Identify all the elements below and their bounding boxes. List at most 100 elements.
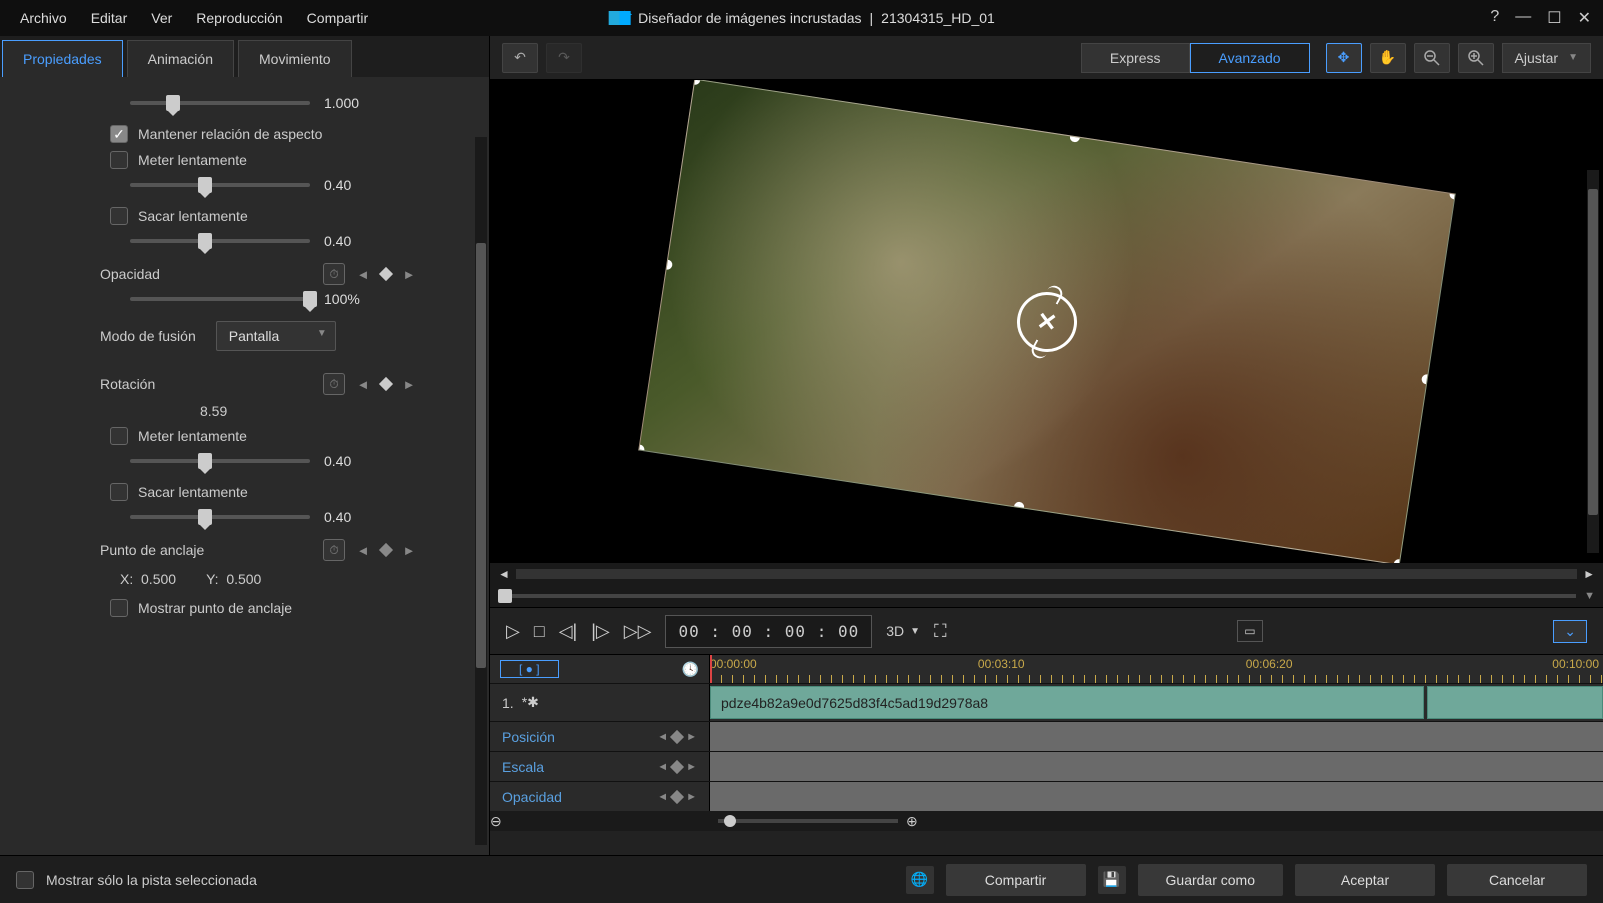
save-icon[interactable]: 💾 <box>1098 866 1126 894</box>
scroll-left-icon[interactable]: ◄ <box>498 567 510 581</box>
mode-advanced[interactable]: Avanzado <box>1190 43 1310 73</box>
close-icon[interactable]: ✕ <box>1578 8 1591 28</box>
preview-h-scrollbar[interactable]: ◄ ► <box>490 563 1603 585</box>
easeout-checkbox[interactable] <box>110 207 128 225</box>
rotation-next-kf-icon[interactable]: ► <box>399 374 419 394</box>
opacity-slider[interactable] <box>130 297 310 301</box>
redo-button[interactable]: ↷ <box>546 43 582 73</box>
opacity-stopwatch-icon[interactable]: ⏱ <box>323 263 345 285</box>
collapse-timeline-button[interactable]: ⌄ <box>1553 620 1587 643</box>
opacity-add-kf-icon[interactable] <box>379 267 393 281</box>
rotate-handle-icon[interactable]: ✕ <box>1012 287 1080 355</box>
clip-bounding-box[interactable]: ✕ <box>638 80 1456 563</box>
anchor-add-kf-icon[interactable] <box>379 543 393 557</box>
anchor-next-kf-icon[interactable]: ► <box>399 540 419 560</box>
timecode[interactable]: 00 : 00 : 00 : 00 <box>665 615 872 648</box>
next-frame-button[interactable]: |▷ <box>591 621 610 642</box>
easeout-slider[interactable] <box>130 239 310 243</box>
rot-easein-value[interactable]: 0.40 <box>324 453 384 469</box>
save-as-button[interactable]: Guardar como <box>1138 864 1283 896</box>
preview-canvas[interactable]: ✕ <box>490 80 1603 563</box>
track-position-lane[interactable] <box>710 722 1603 751</box>
cancel-button[interactable]: Cancelar <box>1447 864 1587 896</box>
easein-slider[interactable] <box>130 183 310 187</box>
timeline-clock-icon[interactable]: 🕓 <box>682 661 699 678</box>
tab-animation[interactable]: Animación <box>127 40 234 77</box>
minimize-icon[interactable]: ― <box>1515 8 1531 28</box>
rotation-prev-kf-icon[interactable]: ◄ <box>353 374 373 394</box>
timeline-ruler[interactable]: 00:00:00 00:03:10 00:06:20 00:10:00 <box>710 655 1603 683</box>
opacity-prev-kf-icon[interactable]: ◄ <box>353 264 373 284</box>
accept-button[interactable]: Aceptar <box>1295 864 1435 896</box>
3d-select[interactable]: 3D▼ <box>886 623 920 639</box>
maximize-icon[interactable]: ☐ <box>1547 8 1561 28</box>
zoom-in-small-icon[interactable]: ⊕ <box>906 813 918 830</box>
dropdown-icon[interactable]: ▼ <box>1584 590 1595 602</box>
opacity-value[interactable]: 100% <box>324 291 384 307</box>
menu-edit[interactable]: Editar <box>91 10 128 26</box>
stop-button[interactable]: □ <box>534 621 545 642</box>
rotation-value[interactable]: 8.59 <box>200 403 227 419</box>
menu-view[interactable]: Ver <box>151 10 172 26</box>
rot-easeout-slider[interactable] <box>130 515 310 519</box>
show-anchor-checkbox[interactable] <box>110 599 128 617</box>
play-button[interactable]: ▷ <box>506 621 520 642</box>
track-1-lane[interactable]: pdze4b82a9e0d7625d83f4c5ad19d2978a8 <box>710 684 1603 721</box>
easein-value[interactable]: 0.40 <box>324 177 384 193</box>
preview-v-scrollbar[interactable] <box>1587 170 1599 553</box>
track-1-label[interactable]: 1.*✱ <box>490 684 710 721</box>
rotation-label: Rotación <box>100 376 155 392</box>
scale-slider[interactable] <box>130 101 310 105</box>
mode-express[interactable]: Express <box>1081 43 1190 73</box>
track-scale-label[interactable]: Escala ◄► <box>490 752 710 781</box>
rotation-add-kf-icon[interactable] <box>379 377 393 391</box>
prev-frame-button[interactable]: ◁| <box>559 621 578 642</box>
hand-tool-icon[interactable]: ✋ <box>1370 43 1406 73</box>
share-icon[interactable]: 🌐 <box>906 866 934 894</box>
playhead[interactable] <box>710 655 712 683</box>
menu-playback[interactable]: Reproducción <box>196 10 282 26</box>
fast-forward-button[interactable]: ▷▷ <box>624 621 652 642</box>
timeline-range-button[interactable]: [ ● ] <box>500 660 559 678</box>
scale-value[interactable]: 1.000 <box>324 95 384 111</box>
tab-properties[interactable]: Propiedades <box>2 40 123 77</box>
easeout-value[interactable]: 0.40 <box>324 233 384 249</box>
zoom-out-icon[interactable] <box>1414 43 1450 73</box>
undo-button[interactable]: ↶ <box>502 43 538 73</box>
anchor-prev-kf-icon[interactable]: ◄ <box>353 540 373 560</box>
track-opacity-label[interactable]: Opacidad ◄► <box>490 782 710 811</box>
scroll-right-icon[interactable]: ► <box>1583 567 1595 581</box>
help-icon[interactable]: ? <box>1490 8 1499 28</box>
fullscreen-icon[interactable]: ⛶ <box>934 621 947 642</box>
easein-checkbox[interactable] <box>110 151 128 169</box>
aspect-checkbox[interactable]: ✓ <box>110 125 128 143</box>
preview-zoom-slider[interactable]: ▼ <box>490 585 1603 607</box>
safe-zone-icon[interactable]: ▭ <box>1237 620 1262 642</box>
track-position-label[interactable]: Posición ◄► <box>490 722 710 751</box>
track-opacity-lane[interactable] <box>710 782 1603 811</box>
rot-easeout-value[interactable]: 0.40 <box>324 509 384 525</box>
blend-select[interactable]: Pantalla <box>216 321 336 351</box>
anchor-x-value[interactable]: 0.500 <box>141 571 176 587</box>
anchor-y-value[interactable]: 0.500 <box>226 571 261 587</box>
menu-file[interactable]: Archivo <box>20 10 67 26</box>
props-scrollbar[interactable] <box>475 137 487 845</box>
rot-easein-slider[interactable] <box>130 459 310 463</box>
timeline-zoom[interactable]: ⊖ ⊕ <box>490 811 1603 831</box>
show-selected-checkbox[interactable] <box>16 871 34 889</box>
tab-motion[interactable]: Movimiento <box>238 40 352 77</box>
zoom-out-small-icon[interactable]: ⊖ <box>490 813 502 830</box>
zoom-in-icon[interactable] <box>1458 43 1494 73</box>
track-scale-lane[interactable] <box>710 752 1603 781</box>
rot-easein-checkbox[interactable] <box>110 427 128 445</box>
move-tool-icon[interactable]: ✥ <box>1326 43 1362 73</box>
clip-bar[interactable]: pdze4b82a9e0d7625d83f4c5ad19d2978a8 <box>710 686 1424 719</box>
fit-select[interactable]: Ajustar▼ <box>1502 43 1591 73</box>
rot-easeout-checkbox[interactable] <box>110 483 128 501</box>
clip-bar-2[interactable] <box>1427 686 1603 719</box>
rotation-stopwatch-icon[interactable]: ⏱ <box>323 373 345 395</box>
menu-share[interactable]: Compartir <box>307 10 368 26</box>
opacity-next-kf-icon[interactable]: ► <box>399 264 419 284</box>
anchor-stopwatch-icon[interactable]: ⏱ <box>323 539 345 561</box>
share-button[interactable]: Compartir <box>946 864 1086 896</box>
